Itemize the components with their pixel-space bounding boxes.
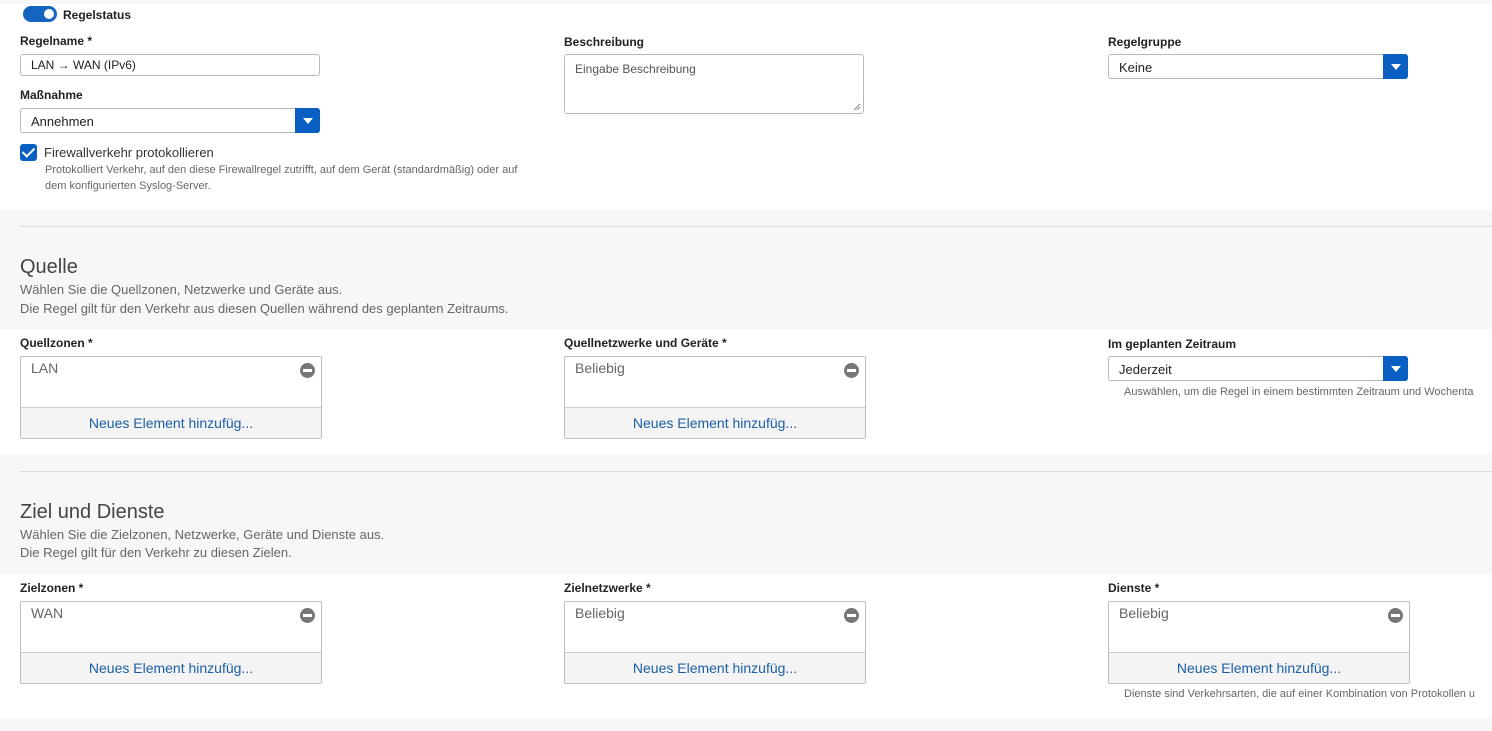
schedule-select-value: Jederzeit — [1119, 362, 1172, 377]
log-traffic-checkbox[interactable] — [20, 144, 37, 161]
remove-icon[interactable] — [844, 608, 859, 623]
destination-section-desc-line2: Die Regel gilt für den Verkehr zu diesen… — [20, 545, 292, 560]
destination-section-title: Ziel und Dienste — [20, 501, 165, 523]
rule-name-label: Regelname * — [20, 34, 93, 48]
destination-section-desc-line1: Wählen Sie die Zielzonen, Netzwerke, Ger… — [20, 527, 385, 542]
add-element-button[interactable]: Neues Element hinzufüg... — [21, 652, 321, 683]
rule-name-input[interactable] — [20, 54, 320, 76]
schedule-help: Auswählen, um die Regel in einem bestimm… — [1124, 386, 1474, 398]
section-divider — [20, 226, 1492, 227]
source-networks-list: Beliebig Neues Element hinzufüg... — [564, 356, 866, 439]
rule-group-select[interactable]: Keine — [1108, 54, 1408, 79]
source-section-desc-line2: Die Regel gilt für den Verkehr aus diese… — [20, 301, 509, 316]
list-item: Beliebig — [1119, 605, 1169, 621]
source-section-title: Quelle — [20, 256, 78, 278]
destination-zones-label: Zielzonen * — [20, 581, 84, 595]
description-textarea[interactable] — [564, 54, 864, 114]
source-zones-list: LAN Neues Element hinzufüg... — [20, 356, 322, 439]
action-select[interactable]: Annehmen — [20, 108, 320, 133]
rule-group-label: Regelgruppe — [1108, 35, 1182, 49]
add-element-button[interactable]: Neues Element hinzufüg... — [21, 407, 321, 438]
rule-status-label: Regelstatus — [63, 8, 132, 22]
remove-icon[interactable] — [300, 608, 315, 623]
log-traffic-help-line2: dem konfigurierten Syslog-Server. — [45, 180, 211, 192]
remove-icon[interactable] — [1388, 608, 1403, 623]
action-label: Maßnahme — [20, 88, 83, 102]
chevron-down-icon[interactable] — [1383, 54, 1408, 79]
chevron-down-icon[interactable] — [295, 108, 320, 133]
toggle-knob — [44, 9, 54, 19]
add-element-button[interactable]: Neues Element hinzufüg... — [565, 652, 865, 683]
list-item: Beliebig — [575, 360, 625, 376]
list-item: LAN — [31, 360, 59, 376]
rule-status-toggle[interactable] — [23, 6, 57, 22]
log-traffic-label: Firewallverkehr protokollieren — [44, 145, 214, 160]
remove-icon[interactable] — [300, 363, 315, 378]
source-zones-label: Quellzonen * — [20, 336, 93, 350]
description-label: Beschreibung — [564, 35, 645, 49]
source-networks-label: Quellnetzwerke und Geräte * — [564, 336, 727, 350]
add-element-button[interactable]: Neues Element hinzufüg... — [565, 407, 865, 438]
add-element-button[interactable]: Neues Element hinzufüg... — [1109, 652, 1409, 683]
services-help: Dienste sind Verkehrsarten, die auf eine… — [1124, 688, 1475, 700]
chevron-down-icon[interactable] — [1383, 356, 1408, 381]
schedule-select[interactable]: Jederzeit — [1108, 356, 1408, 381]
remove-icon[interactable] — [844, 363, 859, 378]
services-label: Dienste * — [1108, 581, 1160, 595]
source-section-desc-line1: Wählen Sie die Quellzonen, Netzwerke und… — [20, 282, 343, 297]
section-divider — [20, 471, 1492, 472]
destination-zones-list: WAN Neues Element hinzufüg... — [20, 601, 322, 684]
destination-networks-label: Zielnetzwerke * — [564, 581, 651, 595]
list-item: Beliebig — [575, 605, 625, 621]
action-select-value: Annehmen — [31, 114, 94, 129]
list-item: WAN — [31, 605, 64, 621]
resize-grip-icon[interactable] — [853, 103, 861, 111]
log-traffic-help-line1: Protokolliert Verkehr, auf den diese Fir… — [45, 164, 518, 176]
destination-networks-list: Beliebig Neues Element hinzufüg... — [564, 601, 866, 684]
services-list: Beliebig Neues Element hinzufüg... — [1108, 601, 1410, 684]
rule-group-select-value: Keine — [1119, 60, 1153, 75]
schedule-label: Im geplanten Zeitraum — [1108, 337, 1237, 351]
